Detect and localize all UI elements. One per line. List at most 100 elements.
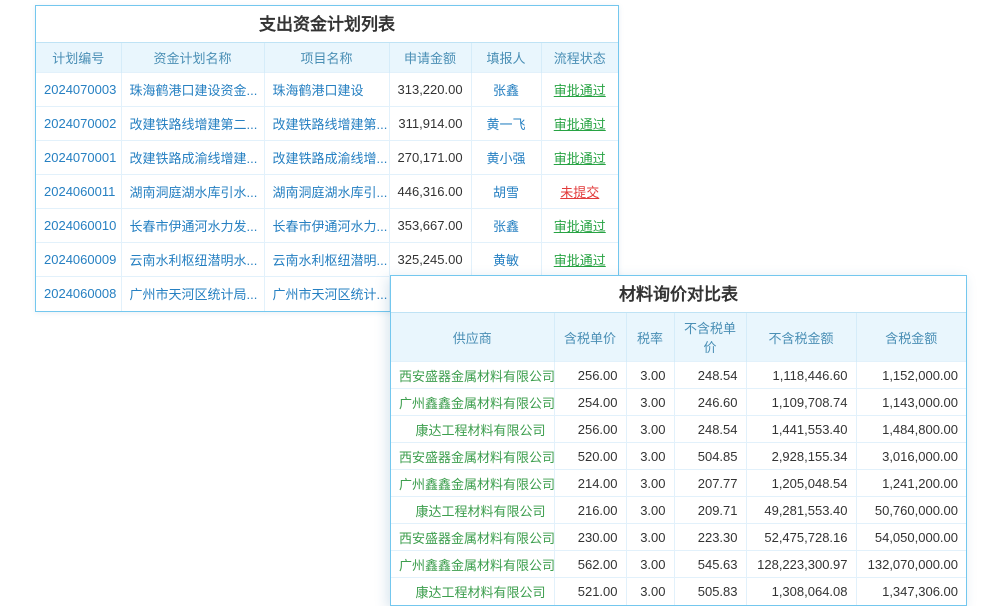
col-price-with-tax: 含税单价 [554, 313, 626, 362]
col-reporter: 填报人 [471, 43, 541, 73]
project-name-link[interactable]: 改建铁路成渝线增... [264, 141, 389, 175]
fund-plan-name-link[interactable]: 长春市伊通河水力发... [121, 209, 264, 243]
price-with-tax-value: 230.00 [554, 524, 626, 551]
fund-plan-name-link[interactable]: 改建铁路线增建第二... [121, 107, 264, 141]
material-inquiry-panel: 材料询价对比表 供应商 含税单价 税率 不含税单价 不含税金额 含税金额 西安盛… [390, 275, 967, 606]
amount-with-tax-value: 132,070,000.00 [856, 551, 966, 578]
plan-id-link[interactable]: 2024060011 [36, 175, 121, 209]
table-row: 康达工程材料有限公司 216.00 3.00 209.71 49,281,553… [391, 497, 966, 524]
project-name-link[interactable]: 长春市伊通河水力... [264, 209, 389, 243]
apply-amount-value: 325,245.00 [389, 243, 471, 277]
amount-without-tax-value: 1,205,048.54 [746, 470, 856, 497]
supplier-link[interactable]: 西安盛器金属材料有限公司 [391, 362, 554, 389]
material-inquiry-table: 供应商 含税单价 税率 不含税单价 不含税金额 含税金额 西安盛器金属材料有限公… [391, 313, 966, 605]
price-without-tax-value: 246.60 [674, 389, 746, 416]
reporter-link[interactable]: 黄小强 [471, 141, 541, 175]
price-with-tax-value: 256.00 [554, 362, 626, 389]
amount-without-tax-value: 2,928,155.34 [746, 443, 856, 470]
plan-id-link[interactable]: 2024070003 [36, 73, 121, 107]
amount-with-tax-value: 1,241,200.00 [856, 470, 966, 497]
reporter-link[interactable]: 黄一飞 [471, 107, 541, 141]
status-badge[interactable]: 审批通过 [541, 243, 618, 277]
reporter-link[interactable]: 胡雪 [471, 175, 541, 209]
status-badge[interactable]: 未提交 [541, 175, 618, 209]
tax-rate-value: 3.00 [626, 497, 674, 524]
plan-id-link[interactable]: 2024060008 [36, 277, 121, 311]
project-name-link[interactable]: 珠海鹤港口建设 [264, 73, 389, 107]
material-inquiry-title: 材料询价对比表 [391, 276, 966, 313]
col-tax-rate: 税率 [626, 313, 674, 362]
price-without-tax-value: 223.30 [674, 524, 746, 551]
table-row: 广州鑫鑫金属材料有限公司 214.00 3.00 207.77 1,205,04… [391, 470, 966, 497]
price-without-tax-value: 545.63 [674, 551, 746, 578]
plan-id-link[interactable]: 2024070002 [36, 107, 121, 141]
price-without-tax-value: 248.54 [674, 416, 746, 443]
apply-amount-value: 446,316.00 [389, 175, 471, 209]
amount-without-tax-value: 1,109,708.74 [746, 389, 856, 416]
expense-plan-title: 支出资金计划列表 [36, 6, 618, 43]
amount-with-tax-value: 1,347,306.00 [856, 578, 966, 605]
supplier-link[interactable]: 广州鑫鑫金属材料有限公司 [391, 551, 554, 578]
reporter-link[interactable]: 张鑫 [471, 209, 541, 243]
price-with-tax-value: 254.00 [554, 389, 626, 416]
apply-amount-value: 313,220.00 [389, 73, 471, 107]
table-row: 广州鑫鑫金属材料有限公司 562.00 3.00 545.63 128,223,… [391, 551, 966, 578]
amount-with-tax-value: 1,152,000.00 [856, 362, 966, 389]
table-row: 2024070002 改建铁路线增建第二... 改建铁路线增建第... 311,… [36, 107, 618, 141]
tax-rate-value: 3.00 [626, 470, 674, 497]
price-with-tax-value: 256.00 [554, 416, 626, 443]
table-row: 西安盛器金属材料有限公司 230.00 3.00 223.30 52,475,7… [391, 524, 966, 551]
apply-amount-value: 353,667.00 [389, 209, 471, 243]
supplier-link[interactable]: 康达工程材料有限公司 [391, 578, 554, 605]
tax-rate-value: 3.00 [626, 443, 674, 470]
status-badge[interactable]: 审批通过 [541, 73, 618, 107]
amount-without-tax-value: 49,281,553.40 [746, 497, 856, 524]
reporter-link[interactable]: 张鑫 [471, 73, 541, 107]
tax-rate-value: 3.00 [626, 389, 674, 416]
project-name-link[interactable]: 广州市天河区统计... [264, 277, 389, 311]
col-apply-amount: 申请金额 [389, 43, 471, 73]
supplier-link[interactable]: 广州鑫鑫金属材料有限公司 [391, 470, 554, 497]
amount-with-tax-value: 1,484,800.00 [856, 416, 966, 443]
fund-plan-name-link[interactable]: 云南水利枢纽潜明水... [121, 243, 264, 277]
amount-with-tax-value: 3,016,000.00 [856, 443, 966, 470]
amount-with-tax-value: 50,760,000.00 [856, 497, 966, 524]
table-row: 西安盛器金属材料有限公司 520.00 3.00 504.85 2,928,15… [391, 443, 966, 470]
supplier-link[interactable]: 康达工程材料有限公司 [391, 497, 554, 524]
table-row: 广州鑫鑫金属材料有限公司 254.00 3.00 246.60 1,109,70… [391, 389, 966, 416]
apply-amount-value: 311,914.00 [389, 107, 471, 141]
expense-plan-table: 计划编号 资金计划名称 项目名称 申请金额 填报人 流程状态 202407000… [36, 43, 618, 311]
table-row: 2024070003 珠海鹤港口建设资金... 珠海鹤港口建设 313,220.… [36, 73, 618, 107]
table-row: 2024060009 云南水利枢纽潜明水... 云南水利枢纽潜明... 325,… [36, 243, 618, 277]
price-with-tax-value: 216.00 [554, 497, 626, 524]
project-name-link[interactable]: 云南水利枢纽潜明... [264, 243, 389, 277]
tax-rate-value: 3.00 [626, 524, 674, 551]
status-badge[interactable]: 审批通过 [541, 209, 618, 243]
plan-id-link[interactable]: 2024060010 [36, 209, 121, 243]
fund-plan-name-link[interactable]: 改建铁路成渝线增建... [121, 141, 264, 175]
plan-id-link[interactable]: 2024060009 [36, 243, 121, 277]
status-badge[interactable]: 审批通过 [541, 141, 618, 175]
table-header-row: 供应商 含税单价 税率 不含税单价 不含税金额 含税金额 [391, 313, 966, 362]
price-with-tax-value: 520.00 [554, 443, 626, 470]
status-badge[interactable]: 审批通过 [541, 107, 618, 141]
supplier-link[interactable]: 广州鑫鑫金属材料有限公司 [391, 389, 554, 416]
amount-with-tax-value: 54,050,000.00 [856, 524, 966, 551]
col-price-without-tax: 不含税单价 [674, 313, 746, 362]
price-without-tax-value: 504.85 [674, 443, 746, 470]
fund-plan-name-link[interactable]: 珠海鹤港口建设资金... [121, 73, 264, 107]
fund-plan-name-link[interactable]: 广州市天河区统计局... [121, 277, 264, 311]
reporter-link[interactable]: 黄敏 [471, 243, 541, 277]
col-amount-without-tax: 不含税金额 [746, 313, 856, 362]
col-process-status: 流程状态 [541, 43, 618, 73]
price-without-tax-value: 207.77 [674, 470, 746, 497]
plan-id-link[interactable]: 2024070001 [36, 141, 121, 175]
project-name-link[interactable]: 湖南洞庭湖水库引... [264, 175, 389, 209]
col-plan-id: 计划编号 [36, 43, 121, 73]
supplier-link[interactable]: 西安盛器金属材料有限公司 [391, 443, 554, 470]
fund-plan-name-link[interactable]: 湖南洞庭湖水库引水... [121, 175, 264, 209]
supplier-link[interactable]: 西安盛器金属材料有限公司 [391, 524, 554, 551]
project-name-link[interactable]: 改建铁路线增建第... [264, 107, 389, 141]
supplier-link[interactable]: 康达工程材料有限公司 [391, 416, 554, 443]
price-with-tax-value: 562.00 [554, 551, 626, 578]
